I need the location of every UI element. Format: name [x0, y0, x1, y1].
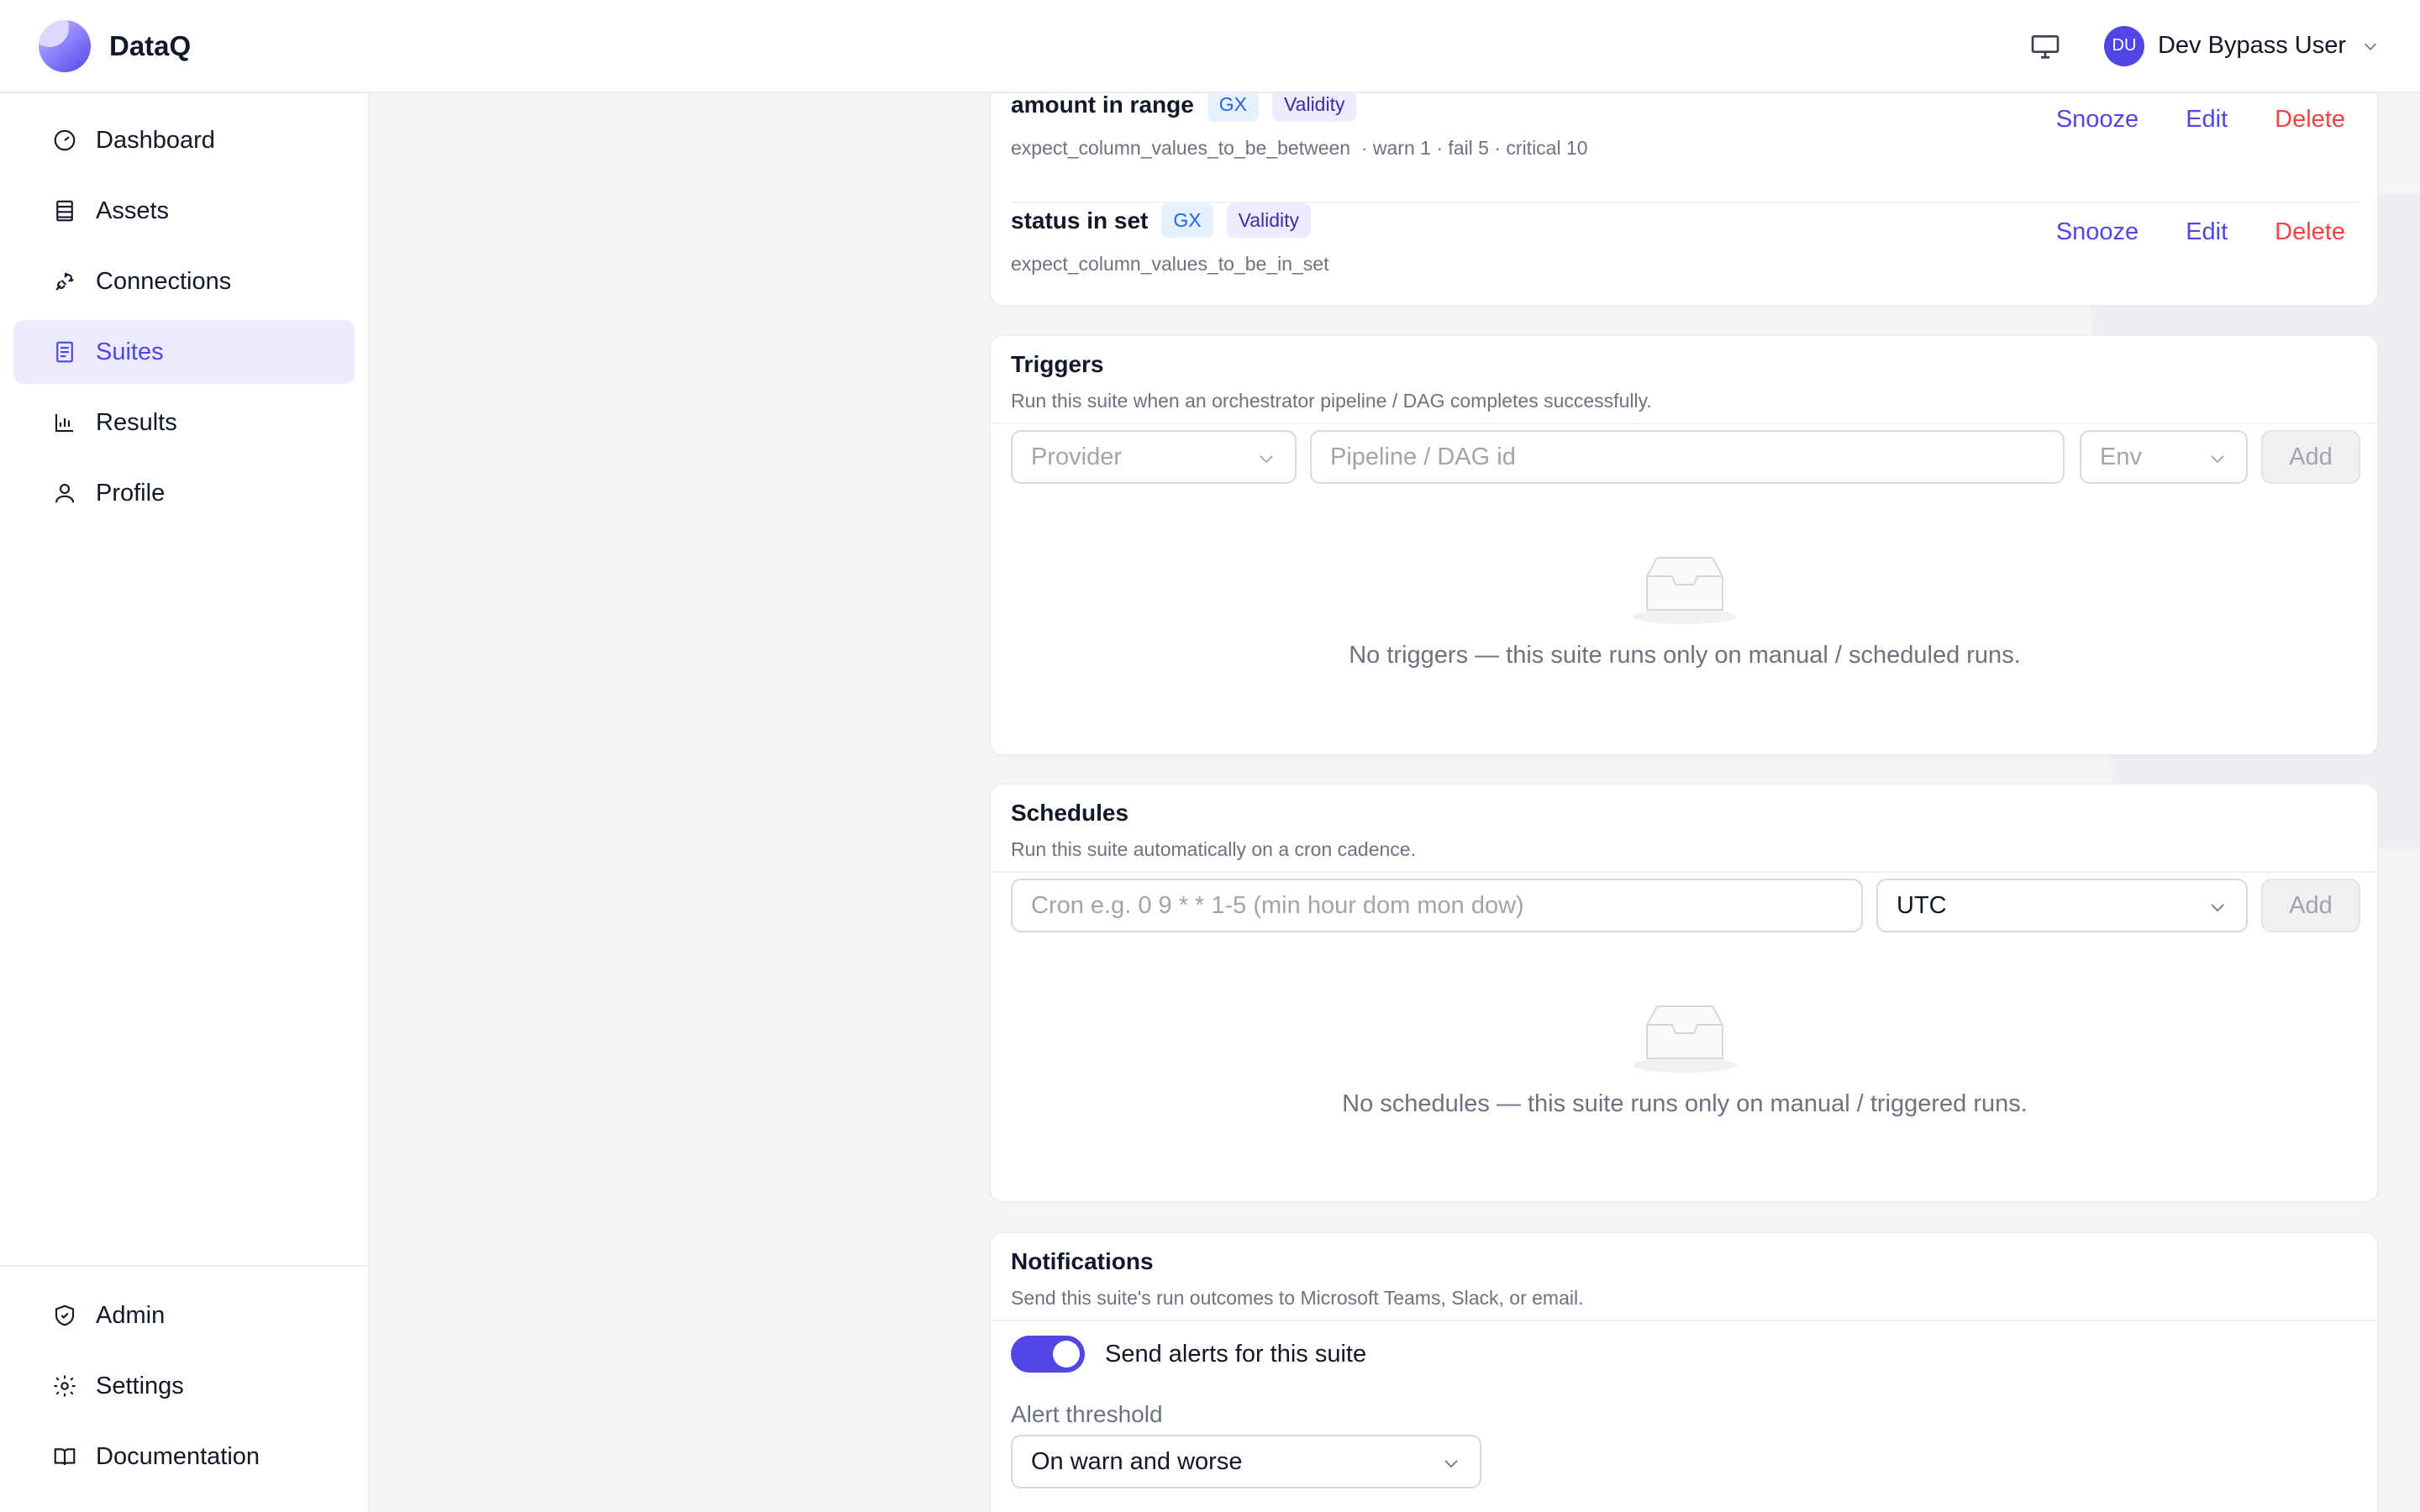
sidebar-item-label: Dashboard — [96, 126, 215, 154]
brand[interactable]: DataQ — [39, 19, 192, 72]
delete-button[interactable]: Delete — [2275, 106, 2345, 134]
gear-icon — [54, 1375, 76, 1397]
chevron-down-icon — [2211, 455, 2224, 464]
triggers-card: Triggers Run this suite when an orchestr… — [990, 335, 2378, 755]
avatar[interactable]: DU — [2103, 25, 2144, 66]
schedules-empty-state: No schedules — this suite runs only on m… — [991, 1001, 2379, 1118]
edit-button[interactable]: Edit — [2186, 218, 2228, 246]
sidebar-item-connections[interactable]: Connections — [13, 249, 355, 313]
alert-threshold-select[interactable]: On warn and worse — [1011, 1435, 1481, 1488]
snooze-button[interactable]: Snooze — [2056, 106, 2139, 134]
triggers-description: Run this suite when an orchestrator pipe… — [1011, 390, 1652, 412]
rule-row: status in set GX Validity expect_column_… — [1011, 200, 2359, 276]
sidebar-item-label: Admin — [96, 1301, 166, 1329]
env-select[interactable]: Env — [2080, 430, 2248, 484]
rule-title: status in set — [1011, 207, 1149, 234]
sidebar-item-label: Profile — [96, 479, 166, 507]
sidebar-item-label: Assets — [96, 197, 170, 224]
sidebar-item-dashboard[interactable]: Dashboard — [13, 108, 355, 172]
sidebar-item-label: Connections — [96, 267, 232, 295]
triggers-empty-text: No triggers — this suite runs only on ma… — [1349, 642, 2021, 669]
sidebar-item-results[interactable]: Results — [13, 391, 355, 454]
tag-gx: GX — [1161, 203, 1213, 238]
pipeline-input[interactable]: Pipeline / DAG id — [1310, 430, 2065, 484]
edit-button[interactable]: Edit — [2186, 106, 2228, 134]
delete-button[interactable]: Delete — [2275, 218, 2345, 246]
schedules-empty-text: No schedules — this suite runs only on m… — [1342, 1090, 2028, 1117]
tag-gx: GX — [1207, 93, 1260, 122]
sidebar-item-label: Results — [96, 408, 177, 436]
main-content[interactable]: amount in range GX Validity expect_colum… — [371, 93, 2420, 1512]
alerts-toggle[interactable] — [1011, 1336, 1085, 1373]
sidebar-item-admin[interactable]: Admin — [13, 1284, 355, 1347]
alerts-toggle-label: Send alerts for this suite — [1105, 1341, 1367, 1368]
document-icon — [56, 341, 73, 363]
sidebar-item-settings[interactable]: Settings — [13, 1354, 355, 1418]
provider-select[interactable]: Provider — [1011, 430, 1297, 484]
sidebar-item-documentation[interactable]: Documentation — [13, 1425, 355, 1488]
triggers-empty-state: No triggers — this suite runs only on ma… — [991, 553, 2379, 669]
tag-validity: Validity — [1272, 93, 1357, 122]
rule-row: amount in range GX Validity expect_colum… — [1011, 93, 2359, 160]
table-icon — [56, 200, 73, 222]
dataq-logo — [39, 19, 91, 72]
sidebar-item-label: Suites — [96, 338, 164, 365]
bar-chart-icon — [55, 414, 73, 433]
rule-expectation: expect_column_values_to_be_between — [1011, 137, 1351, 159]
rule-title: amount in range — [1011, 93, 1194, 118]
chevron-down-icon — [2211, 904, 2224, 912]
chevron-down-icon — [1260, 455, 1273, 464]
snooze-button[interactable]: Snooze — [2056, 218, 2139, 246]
sidebar-item-assets[interactable]: Assets — [13, 179, 355, 243]
chevron-down-icon[interactable] — [2361, 37, 2380, 55]
notifications-title: Notifications — [1011, 1248, 1154, 1274]
sidebar-item-profile[interactable]: Profile — [13, 461, 355, 525]
tag-validity: Validity — [1226, 203, 1312, 238]
schedules-card: Schedules Run this suite automatically o… — [990, 784, 2378, 1202]
timezone-select[interactable]: UTC — [1876, 879, 2248, 932]
book-icon — [54, 1448, 76, 1466]
add-schedule-button[interactable]: Add — [2261, 879, 2360, 932]
plug-icon — [55, 272, 74, 291]
top-header: DataQ DU Dev Bypass User — [0, 0, 2420, 93]
sidebar: Dashboard Assets Connections Suites Resu… — [0, 93, 370, 1512]
gauge-icon — [54, 129, 76, 151]
chevron-down-icon — [1444, 1460, 1458, 1468]
rule-meta: expect_column_values_to_be_in_set — [1011, 253, 2359, 276]
add-trigger-button[interactable]: Add — [2261, 430, 2360, 484]
alert-threshold-label: Alert threshold — [1011, 1401, 1163, 1427]
brand-name: DataQ — [109, 29, 192, 61]
notifications-description: Send this suite's run outcomes to Micros… — [1011, 1287, 1584, 1309]
sidebar-item-suites[interactable]: Suites — [13, 320, 355, 384]
sidebar-item-label: Settings — [96, 1372, 184, 1399]
sidebar-item-label: Documentation — [96, 1442, 260, 1470]
inbox-icon — [1633, 1005, 1737, 1073]
user-icon — [55, 483, 75, 503]
notifications-card: Notifications Send this suite's run outc… — [990, 1232, 2378, 1512]
schedules-description: Run this suite automatically on a cron c… — [1011, 838, 1416, 860]
cron-input[interactable]: Cron e.g. 0 9 * * 1-5 (min hour dom mon … — [1011, 879, 1863, 932]
rule-thresholds: · warn 1 · fail 5 · critical 10 — [1360, 137, 1588, 159]
rule-expectation: expect_column_values_to_be_in_set — [1011, 253, 1329, 275]
user-name[interactable]: Dev Bypass User — [2158, 32, 2346, 60]
monitor-icon[interactable] — [2028, 29, 2062, 63]
triggers-title: Triggers — [1011, 351, 1104, 377]
rules-card: amount in range GX Validity expect_colum… — [990, 93, 2378, 306]
schedules-title: Schedules — [1011, 800, 1129, 826]
inbox-icon — [1633, 557, 1737, 624]
shield-icon — [55, 1305, 75, 1326]
rule-meta: expect_column_values_to_be_between · war… — [1011, 137, 2359, 160]
